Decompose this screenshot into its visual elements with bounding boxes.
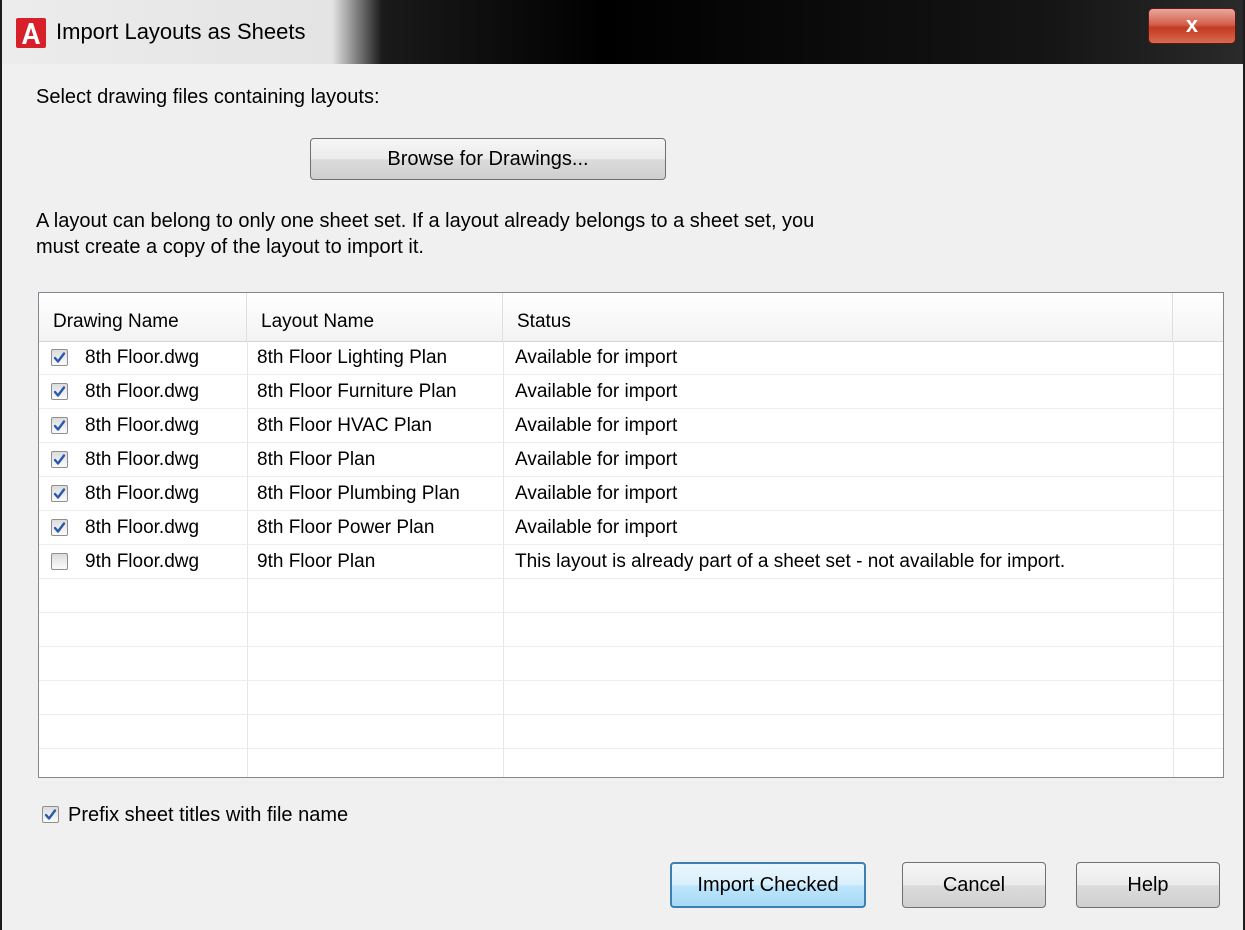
sheet-set-note-line2: must create a copy of the layout to impo… bbox=[36, 236, 424, 258]
layouts-table[interactable]: Drawing Name Layout Name Status 8th Floo… bbox=[38, 292, 1224, 783]
cell-layout-name: 8th Floor Furniture Plan bbox=[257, 381, 457, 402]
table-row[interactable]: 8th Floor.dwg 8th Floor Lighting Plan Avai… bbox=[39, 341, 1223, 375]
row-checkbox[interactable] bbox=[51, 349, 68, 366]
cell-layout-name: 8th Floor Plan bbox=[257, 449, 376, 470]
prefix-checkbox[interactable] bbox=[42, 806, 59, 823]
column-header-status[interactable]: Status bbox=[503, 293, 1173, 341]
cell-status: Available for import bbox=[515, 415, 678, 436]
cell-drawing-name: 8th Floor.dwg bbox=[85, 381, 200, 402]
table-row bbox=[39, 579, 1223, 613]
cell-drawing-name: 8th Floor.dwg bbox=[85, 449, 200, 470]
column-header-layout-name[interactable]: Layout Name bbox=[247, 293, 503, 341]
row-checkbox[interactable] bbox=[51, 417, 68, 434]
cell-status: Available for import bbox=[515, 517, 678, 538]
cell-drawing-name: 9th Floor.dwg bbox=[85, 551, 200, 572]
title-bar[interactable]: Import Layouts as Sheets x bbox=[2, 0, 1243, 64]
prefix-label: Prefix sheet titles with file name bbox=[68, 804, 349, 826]
cell-layout-name: 8th Floor Plumbing Plan bbox=[257, 483, 460, 504]
row-checkbox[interactable] bbox=[51, 451, 68, 468]
table-row[interactable]: 8th Floor.dwg 8th Floor Plumbing Plan Avai… bbox=[39, 477, 1223, 511]
autocad-a-icon bbox=[16, 18, 46, 48]
dialog-window: Import Layouts as Sheets x Select drawin… bbox=[0, 0, 1245, 930]
select-files-label: Select drawing files containing layouts: bbox=[36, 86, 380, 108]
cell-layout-name: 8th Floor Lighting Plan bbox=[257, 347, 448, 368]
cell-status: This layout is already part of a sheet s… bbox=[515, 551, 1066, 572]
table-row bbox=[39, 681, 1223, 715]
row-checkbox[interactable] bbox=[51, 383, 68, 400]
table-row[interactable]: 8th Floor.dwg 8th Floor Power Plan Availab… bbox=[39, 511, 1223, 545]
table-row bbox=[39, 613, 1223, 647]
table-row bbox=[39, 647, 1223, 681]
cell-drawing-name: 8th Floor.dwg bbox=[85, 415, 200, 436]
close-button[interactable]: x bbox=[1148, 8, 1236, 44]
cell-layout-name: 8th Floor HVAC Plan bbox=[257, 415, 432, 436]
row-checkbox[interactable] bbox=[51, 553, 68, 570]
table-row[interactable]: 8th Floor.dwg 8th Floor Plan Available for… bbox=[39, 443, 1223, 477]
table-row bbox=[39, 715, 1223, 749]
cell-status: Available for import bbox=[515, 347, 678, 368]
help-button[interactable]: Help bbox=[1076, 862, 1220, 908]
cancel-button[interactable]: Cancel bbox=[902, 862, 1046, 908]
cell-drawing-name: 8th Floor.dwg bbox=[85, 483, 200, 504]
cell-drawing-name: 8th Floor.dwg bbox=[85, 347, 200, 368]
close-icon: x bbox=[1185, 12, 1199, 37]
cell-layout-name: 9th Floor Plan bbox=[257, 551, 376, 572]
table-row[interactable]: 8th Floor.dwg 8th Floor Furniture Plan Ava… bbox=[39, 375, 1223, 409]
row-checkbox[interactable] bbox=[51, 519, 68, 536]
row-checkbox[interactable] bbox=[51, 485, 68, 502]
cell-drawing-name: 8th Floor.dwg bbox=[85, 517, 200, 538]
table-row[interactable]: 8th Floor.dwg 8th Floor HVAC Plan Availabl… bbox=[39, 409, 1223, 443]
browse-drawings-button[interactable]: Browse for Drawings... bbox=[310, 138, 666, 180]
window-title: Import Layouts as Sheets bbox=[56, 19, 306, 44]
import-checked-button[interactable]: Import Checked bbox=[670, 862, 866, 908]
cell-status: Available for import bbox=[515, 483, 678, 504]
sheet-set-note-line1: A layout can belong to only one sheet se… bbox=[36, 210, 815, 232]
cell-layout-name: 8th Floor Power Plan bbox=[257, 517, 435, 538]
cell-status: Available for import bbox=[515, 381, 678, 402]
column-header-drawing-name[interactable]: Drawing Name bbox=[39, 293, 247, 341]
table-row bbox=[39, 749, 1223, 783]
table-row[interactable]: 9th Floor.dwg 9th Floor Plan This layout i… bbox=[39, 545, 1223, 579]
cell-status: Available for import bbox=[515, 449, 678, 470]
table-header: Drawing Name Layout Name Status bbox=[39, 293, 1223, 342]
